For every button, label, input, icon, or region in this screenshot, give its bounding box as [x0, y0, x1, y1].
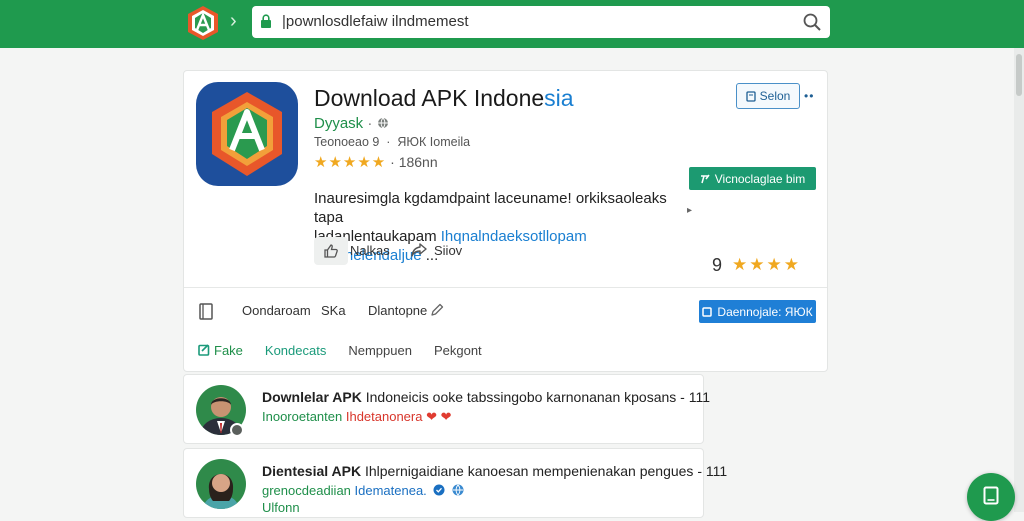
check-icon	[700, 174, 710, 183]
more-options-icon[interactable]: ••	[804, 89, 814, 103]
download-icon	[702, 306, 713, 317]
comment-meta: grenocdeadiian Idematenea.	[262, 483, 464, 498]
comment-card[interactable]: Dientesial APK Ihlpernigaidiane kanoesan…	[183, 448, 727, 518]
scrollbar-thumb[interactable]	[1016, 54, 1022, 96]
like-label[interactable]: Nalkas	[350, 243, 390, 258]
developer-name[interactable]: Dyyask	[314, 115, 363, 132]
comment-meta: Inooroetanten Ihdetanonera ❤ ❤	[262, 409, 452, 425]
app-logo-icon[interactable]	[186, 5, 220, 41]
download-apk-button[interactable]: Daennojale: ЯЮК	[699, 300, 816, 323]
heart-icon[interactable]: ❤	[426, 409, 437, 424]
score-value: 9	[712, 255, 723, 275]
edit-square-icon	[198, 344, 210, 356]
page-scrollbar[interactable]	[1014, 48, 1024, 512]
address-bar[interactable]: |pownlosdlefaiw ilndmemest	[252, 6, 830, 38]
thumbs-up-icon	[324, 244, 338, 258]
chevron-right-icon: ›	[230, 10, 237, 32]
heart-icon[interactable]: ❤	[441, 409, 452, 424]
share-label[interactable]: Siiov	[434, 243, 462, 258]
verified-icon	[433, 484, 445, 496]
bookmark-icon[interactable]	[198, 303, 214, 320]
lock-icon	[261, 14, 271, 28]
expand-arrow-icon[interactable]: ▸	[687, 205, 692, 216]
comment-extra: Ulfonn	[262, 500, 300, 515]
comment-author[interactable]: grenocdeadiian	[262, 483, 351, 498]
app-card: Download APK Indonesia Dyyask · Teonoeao…	[183, 70, 828, 372]
comment-tag: Idematenea.	[350, 483, 427, 498]
pencil-icon[interactable]	[430, 303, 444, 317]
share-icon[interactable]	[410, 241, 428, 259]
tab-kondecats[interactable]: Kondecats	[265, 343, 326, 358]
app-meta: Teonoeao 9 · ЯЮК Iomeila	[314, 135, 471, 149]
search-icon[interactable]	[802, 12, 822, 32]
app-title: Download APK Indonesia	[314, 85, 574, 112]
follow-label: Selon	[759, 89, 791, 103]
tab-pekgont[interactable]: Pekgont	[434, 343, 482, 358]
install-button[interactable]: Vicnoclaglae bim	[689, 167, 816, 190]
developer-separator: ·	[363, 115, 377, 132]
comment-title-bold: Dientesial APK	[262, 463, 362, 479]
tab-label: Fake	[214, 343, 243, 358]
comment-author[interactable]: Inooroetanten	[262, 409, 342, 424]
avatar-badge	[230, 423, 244, 437]
like-button[interactable]	[314, 237, 348, 265]
top-bar: › |pownlosdlefaiw ilndmemest	[0, 0, 1024, 48]
follow-button[interactable]: Selon	[736, 83, 800, 109]
app-icon	[196, 82, 298, 186]
action-item-1[interactable]: Oondaroam	[242, 303, 311, 318]
action-item-2[interactable]: SKa	[321, 303, 346, 318]
globe-icon	[452, 484, 464, 496]
comment-title-bold: Downlelar APK	[262, 389, 362, 405]
tab-fake[interactable]: Fake	[198, 343, 243, 358]
globe-icon	[377, 117, 388, 129]
tab-nemppuen[interactable]: Nemppuen	[348, 343, 412, 358]
comment-title-rest: Ihlpernigaidiane kanoesan mempenienakan …	[361, 463, 728, 479]
download-label: Daennojale: ЯЮК	[717, 304, 813, 319]
book-icon	[983, 486, 999, 505]
tab-bar: Fake Kondecats Nemppuen Pekgont	[198, 343, 482, 358]
rating-stars: ★★★★★	[314, 154, 387, 171]
install-label: Vicnoclaglae bim	[714, 171, 806, 186]
rating-row: ★★★★★ · 186nn	[314, 153, 438, 171]
comment-title-rest: Indoneicis ooke tabssingobo karnonanan k…	[361, 389, 711, 405]
description-line-1: Inauresimgla kgdamdpaint laceuname! orki…	[314, 190, 667, 226]
app-title-main: Download APK Indone	[314, 85, 545, 111]
avatar[interactable]	[196, 459, 246, 509]
comment-tag: Ihdetanonera	[342, 409, 423, 424]
comment-title: Dientesial APK Ihlpernigaidiane kanoesan…	[262, 463, 727, 479]
comment-title: Downlelar APK Indoneicis ooke tabssingob…	[262, 389, 710, 405]
follow-icon	[745, 90, 756, 102]
app-title-tail: sia	[544, 85, 574, 111]
rating-count: · 186nn	[386, 154, 438, 170]
floating-action-button[interactable]	[967, 473, 1015, 521]
developer-row: Dyyask ·	[314, 115, 389, 132]
card-divider	[184, 287, 827, 288]
comment-card[interactable]: Downlelar APK Indoneicis ooke tabssingob…	[183, 374, 710, 444]
score-stars: ★★★★	[732, 255, 801, 274]
action-item-3[interactable]: Dlantopne	[368, 303, 427, 318]
url-text[interactable]: |pownlosdlefaiw ilndmemest	[282, 13, 468, 30]
